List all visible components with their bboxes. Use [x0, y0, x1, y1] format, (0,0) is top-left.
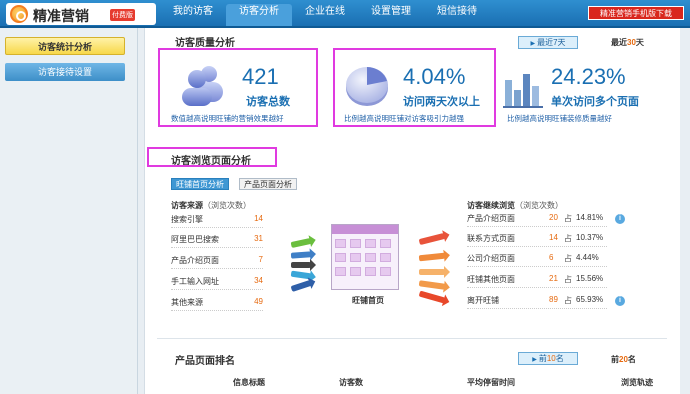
source-row: 其他来源 49	[171, 297, 263, 311]
column-header-visitors: 访客数	[339, 378, 363, 387]
multi-page-note: 比例越高说明旺铺装修质量越好	[507, 114, 612, 123]
arrow-icon	[290, 251, 312, 259]
visitor-total-note: 数值越高说明旺铺的营销效果越好	[171, 114, 284, 123]
tab-my-visitors[interactable]: 我的访客	[160, 4, 226, 26]
arrow-icon	[291, 259, 316, 271]
sidebar-item-reception-settings[interactable]: 访客接待设置	[5, 63, 125, 81]
shop-home-thumbnail	[331, 224, 399, 290]
quality-section-title: 访客质量分析	[175, 38, 235, 49]
range-7-days-button[interactable]: 最近7天	[518, 36, 578, 49]
source-row: 阿里巴巴搜索 31	[171, 234, 263, 248]
source-row: 搜索引擎 14	[171, 214, 263, 228]
repeat-visit-value: 4.04%	[403, 64, 466, 89]
arrow-icon	[418, 290, 446, 304]
next-page-row: 离开旺铺 89 占 65.93%	[467, 295, 607, 309]
arrow-icon	[290, 280, 312, 292]
edition-badge: 付费版	[110, 9, 135, 21]
arrow-icon	[418, 280, 446, 290]
browse-section-title: 访客浏览页面分析	[171, 156, 251, 167]
arrow-icon	[290, 237, 312, 249]
visitor-total-value: 421	[242, 64, 279, 89]
next-pages-header: 访客继续浏览（浏览次数）	[467, 201, 563, 210]
arrow-icon	[418, 252, 446, 262]
tab-product-page-analysis[interactable]: 产品页面分析	[239, 178, 297, 190]
logo-icon	[10, 5, 28, 23]
tab-enterprise-online[interactable]: 企业在线	[292, 4, 358, 26]
next-page-row: 公司介绍页面 6 占 4.44%	[467, 253, 607, 267]
app-logo: 精准营销 付费版	[6, 3, 156, 25]
column-header-avg-stay: 平均停留时间	[467, 378, 515, 387]
sources-header: 访客来源（浏览次数）	[171, 201, 251, 210]
visitor-total-label: 访客总数	[246, 96, 290, 108]
column-header-title: 信息标题	[233, 378, 265, 387]
arrow-icon	[419, 266, 450, 278]
next-page-row: 旺铺其他页面 21 占 15.56%	[467, 274, 607, 288]
top-20-link[interactable]: 前20名	[611, 354, 636, 365]
multi-page-value: 24.23%	[551, 64, 626, 89]
range-30-days-link[interactable]: 最近30天	[611, 37, 644, 48]
source-row: 产品介绍页面 7	[171, 255, 263, 269]
tab-settings[interactable]: 设置管理	[358, 4, 424, 26]
main-content: 访客质量分析 最近7天 最近30天 421 访客总数 数值越高说明旺铺的营销效果…	[144, 28, 680, 394]
sidebar-item-visitor-stats[interactable]: 访客统计分析	[5, 37, 125, 55]
column-header-browse-path: 浏览轨迹	[621, 378, 653, 387]
divider	[157, 338, 667, 339]
tab-visitor-analysis[interactable]: 访客分析	[226, 4, 292, 26]
repeat-visit-note: 比例越高说明旺铺对访客吸引力越强	[344, 114, 464, 123]
bar-chart-icon	[503, 74, 543, 108]
multi-page-label: 单次访问多个页面	[551, 96, 639, 108]
main-nav: 我的访客 访客分析 企业在线 设置管理 短信接待	[160, 0, 490, 26]
next-page-row: 联系方式页面 14 占 10.37%	[467, 233, 607, 247]
arrow-icon	[418, 232, 446, 246]
mobile-download-button[interactable]: 精准营销手机版下载	[588, 6, 684, 20]
source-row: 手工输入网址 34	[171, 276, 263, 290]
info-icon[interactable]: i	[615, 296, 625, 306]
pie-chart-icon	[346, 67, 388, 106]
ranking-section-title: 产品页面排名	[175, 356, 235, 367]
shop-home-label: 旺铺首页	[352, 296, 384, 305]
repeat-visit-label: 访问两天次以上	[403, 96, 480, 108]
people-icon	[182, 66, 223, 106]
next-page-row: 产品介绍页面 20 占 14.81%	[467, 213, 607, 227]
top-10-button[interactable]: 前10名	[518, 352, 578, 365]
tab-sms-reception[interactable]: 短信接待	[424, 4, 490, 26]
tab-shop-home-analysis[interactable]: 旺铺首页分析	[171, 178, 229, 190]
top-bar: 精准营销 付费版 我的访客 访客分析 企业在线 设置管理 短信接待 精准营销手机…	[0, 0, 690, 28]
app-title: 精准营销	[33, 9, 89, 25]
sidebar: 访客统计分析 访客接待设置	[0, 28, 138, 394]
info-icon[interactable]: i	[615, 214, 625, 224]
